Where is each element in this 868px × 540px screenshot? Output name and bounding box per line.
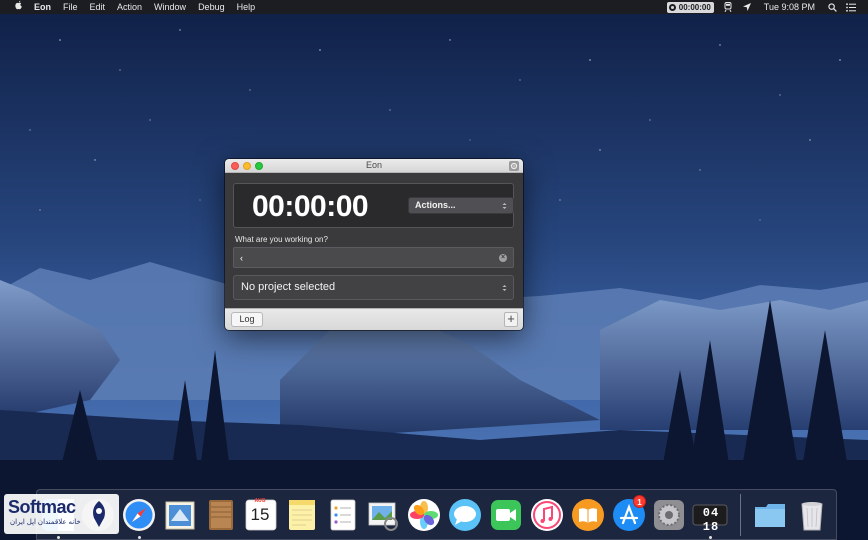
app-store-badge: 1 [633,495,646,508]
dock-running-indicator [57,536,60,539]
window-title: Eon [365,160,382,170]
project-select[interactable]: No project selected [233,275,514,300]
menu-app-name[interactable]: Eon [34,0,51,14]
dock-clock-time: 04 18 [702,506,720,534]
add-entry-button[interactable]: + [504,312,518,327]
menubar-clock[interactable]: Tue 9:08 PM [764,0,815,14]
menu-edit[interactable]: Edit [90,0,106,14]
clear-input-icon[interactable]: × [499,254,507,262]
dock-messages-icon[interactable] [447,497,483,533]
dock-ibooks-icon[interactable] [570,497,606,533]
dock-running-indicator [138,536,141,539]
spotlight-search-icon[interactable] [827,2,837,12]
menu-extras: 00:00:00 Tue 9:08 PM [666,0,868,14]
dock-preview-icon[interactable] [365,497,401,533]
dock-photos-icon[interactable] [406,497,442,533]
dock-mail-icon[interactable] [162,497,198,533]
actions-popup-button[interactable]: Actions... [408,197,514,214]
menu-action[interactable]: Action [117,0,142,14]
window-settings-icon[interactable] [509,161,519,171]
watermark-logo-icon [88,500,110,528]
menu-help[interactable]: Help [237,0,256,14]
apple-icon[interactable] [11,0,25,15]
notification-center-icon[interactable] [846,2,856,12]
dock-notes-icon[interactable] [284,497,320,533]
menubar-timer-text: 00:00:00 [678,2,711,12]
watermark-brand: Softmac [8,497,76,517]
dock-reminders-icon[interactable] [325,497,361,533]
menu-file[interactable]: File [63,0,78,14]
calendar-day: 15 [250,505,270,524]
dock-separator [740,494,741,536]
project-select-label: No project selected [241,281,336,293]
eon-window: Eon 00:00:00 Actions... What are you wor… [225,159,523,330]
train-icon[interactable] [723,2,733,12]
log-button[interactable]: Log [231,312,263,327]
working-on-label: What are you working on? [235,235,328,244]
dock-downloads-folder-icon[interactable] [752,497,788,533]
dock-notefile-icon[interactable] [203,497,239,533]
calendar-month: AUG [254,498,266,504]
menu-bar: Eon File Edit Action Window Debug Help 0… [0,0,868,14]
actions-label: Actions... [415,200,456,210]
dock-running-indicator [709,536,712,539]
dock-safari-icon[interactable] [121,497,157,533]
updown-chevron-icon [502,276,507,299]
dock-system-preferences-icon[interactable] [651,497,687,533]
window-titlebar[interactable]: Eon [225,159,523,173]
updown-chevron-icon [502,198,507,213]
location-icon[interactable] [742,2,752,12]
menu-window[interactable]: Window [154,0,186,14]
task-description-input[interactable] [233,247,514,268]
dock-facetime-icon[interactable] [488,497,524,533]
dock-itunes-icon[interactable] [529,497,565,533]
watermark-tagline: خانه علاقمندان اپل ایران [10,519,81,526]
timer-record-icon [668,3,676,11]
window-bottom-bar: Log + [225,308,523,330]
menubar-timer[interactable]: 00:00:00 [666,1,714,13]
timer-display: 00:00:00 [252,190,369,223]
menu-debug[interactable]: Debug [198,0,225,14]
timer-panel: 00:00:00 Actions... [233,183,514,228]
dock-trash-icon[interactable] [794,497,830,533]
